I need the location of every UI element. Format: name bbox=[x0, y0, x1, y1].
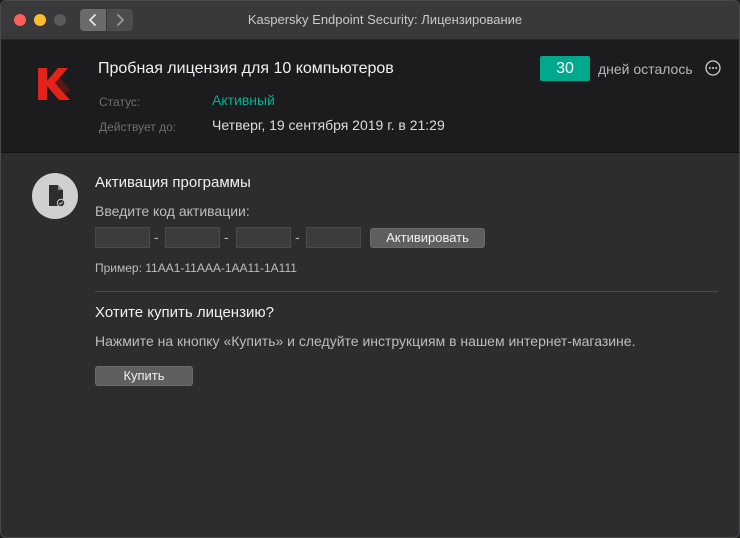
title-bar: Kaspersky Endpoint Security: Лицензирова… bbox=[1, 1, 739, 40]
code-separator: - bbox=[295, 229, 300, 245]
status-value: Активный bbox=[212, 92, 275, 108]
code-separator: - bbox=[154, 229, 159, 245]
purchase-description: Нажмите на кнопку «Купить» и следуйте ин… bbox=[95, 333, 636, 349]
status-label: Статус: bbox=[99, 95, 141, 109]
activation-prompt: Введите код активации: bbox=[95, 203, 250, 219]
activation-code-example: Пример: 11AA1-11AAA-1AA11-1A111 bbox=[95, 261, 297, 275]
activation-code-field-3[interactable] bbox=[236, 227, 291, 248]
license-title: Пробная лицензия для 10 компьютеров bbox=[98, 60, 394, 77]
license-file-icon bbox=[32, 173, 78, 219]
buy-button[interactable]: Купить bbox=[95, 366, 193, 386]
activation-title: Активация программы bbox=[95, 174, 251, 191]
purchase-title: Хотите купить лицензию? bbox=[95, 304, 274, 321]
more-options-icon[interactable] bbox=[705, 60, 721, 76]
license-header: Пробная лицензия для 10 компьютеров 30 д… bbox=[1, 40, 739, 153]
activation-code-field-4[interactable] bbox=[306, 227, 361, 248]
activation-code-field-2[interactable] bbox=[165, 227, 220, 248]
window-title: Kaspersky Endpoint Security: Лицензирова… bbox=[247, 12, 523, 27]
days-remaining-badge: 30 bbox=[540, 56, 590, 81]
app-window: Kaspersky Endpoint Security: Лицензирова… bbox=[0, 0, 740, 538]
valid-until-label: Действует до: bbox=[99, 120, 177, 134]
valid-until-value: Четверг, 19 сентября 2019 г. в 21:29 bbox=[212, 117, 445, 133]
section-divider bbox=[95, 291, 718, 292]
kaspersky-logo-icon bbox=[38, 68, 70, 100]
activation-code-field-1[interactable] bbox=[95, 227, 150, 248]
code-separator: - bbox=[224, 229, 229, 245]
days-left-label: дней осталось bbox=[598, 61, 693, 77]
activate-button[interactable]: Активировать bbox=[370, 228, 485, 248]
